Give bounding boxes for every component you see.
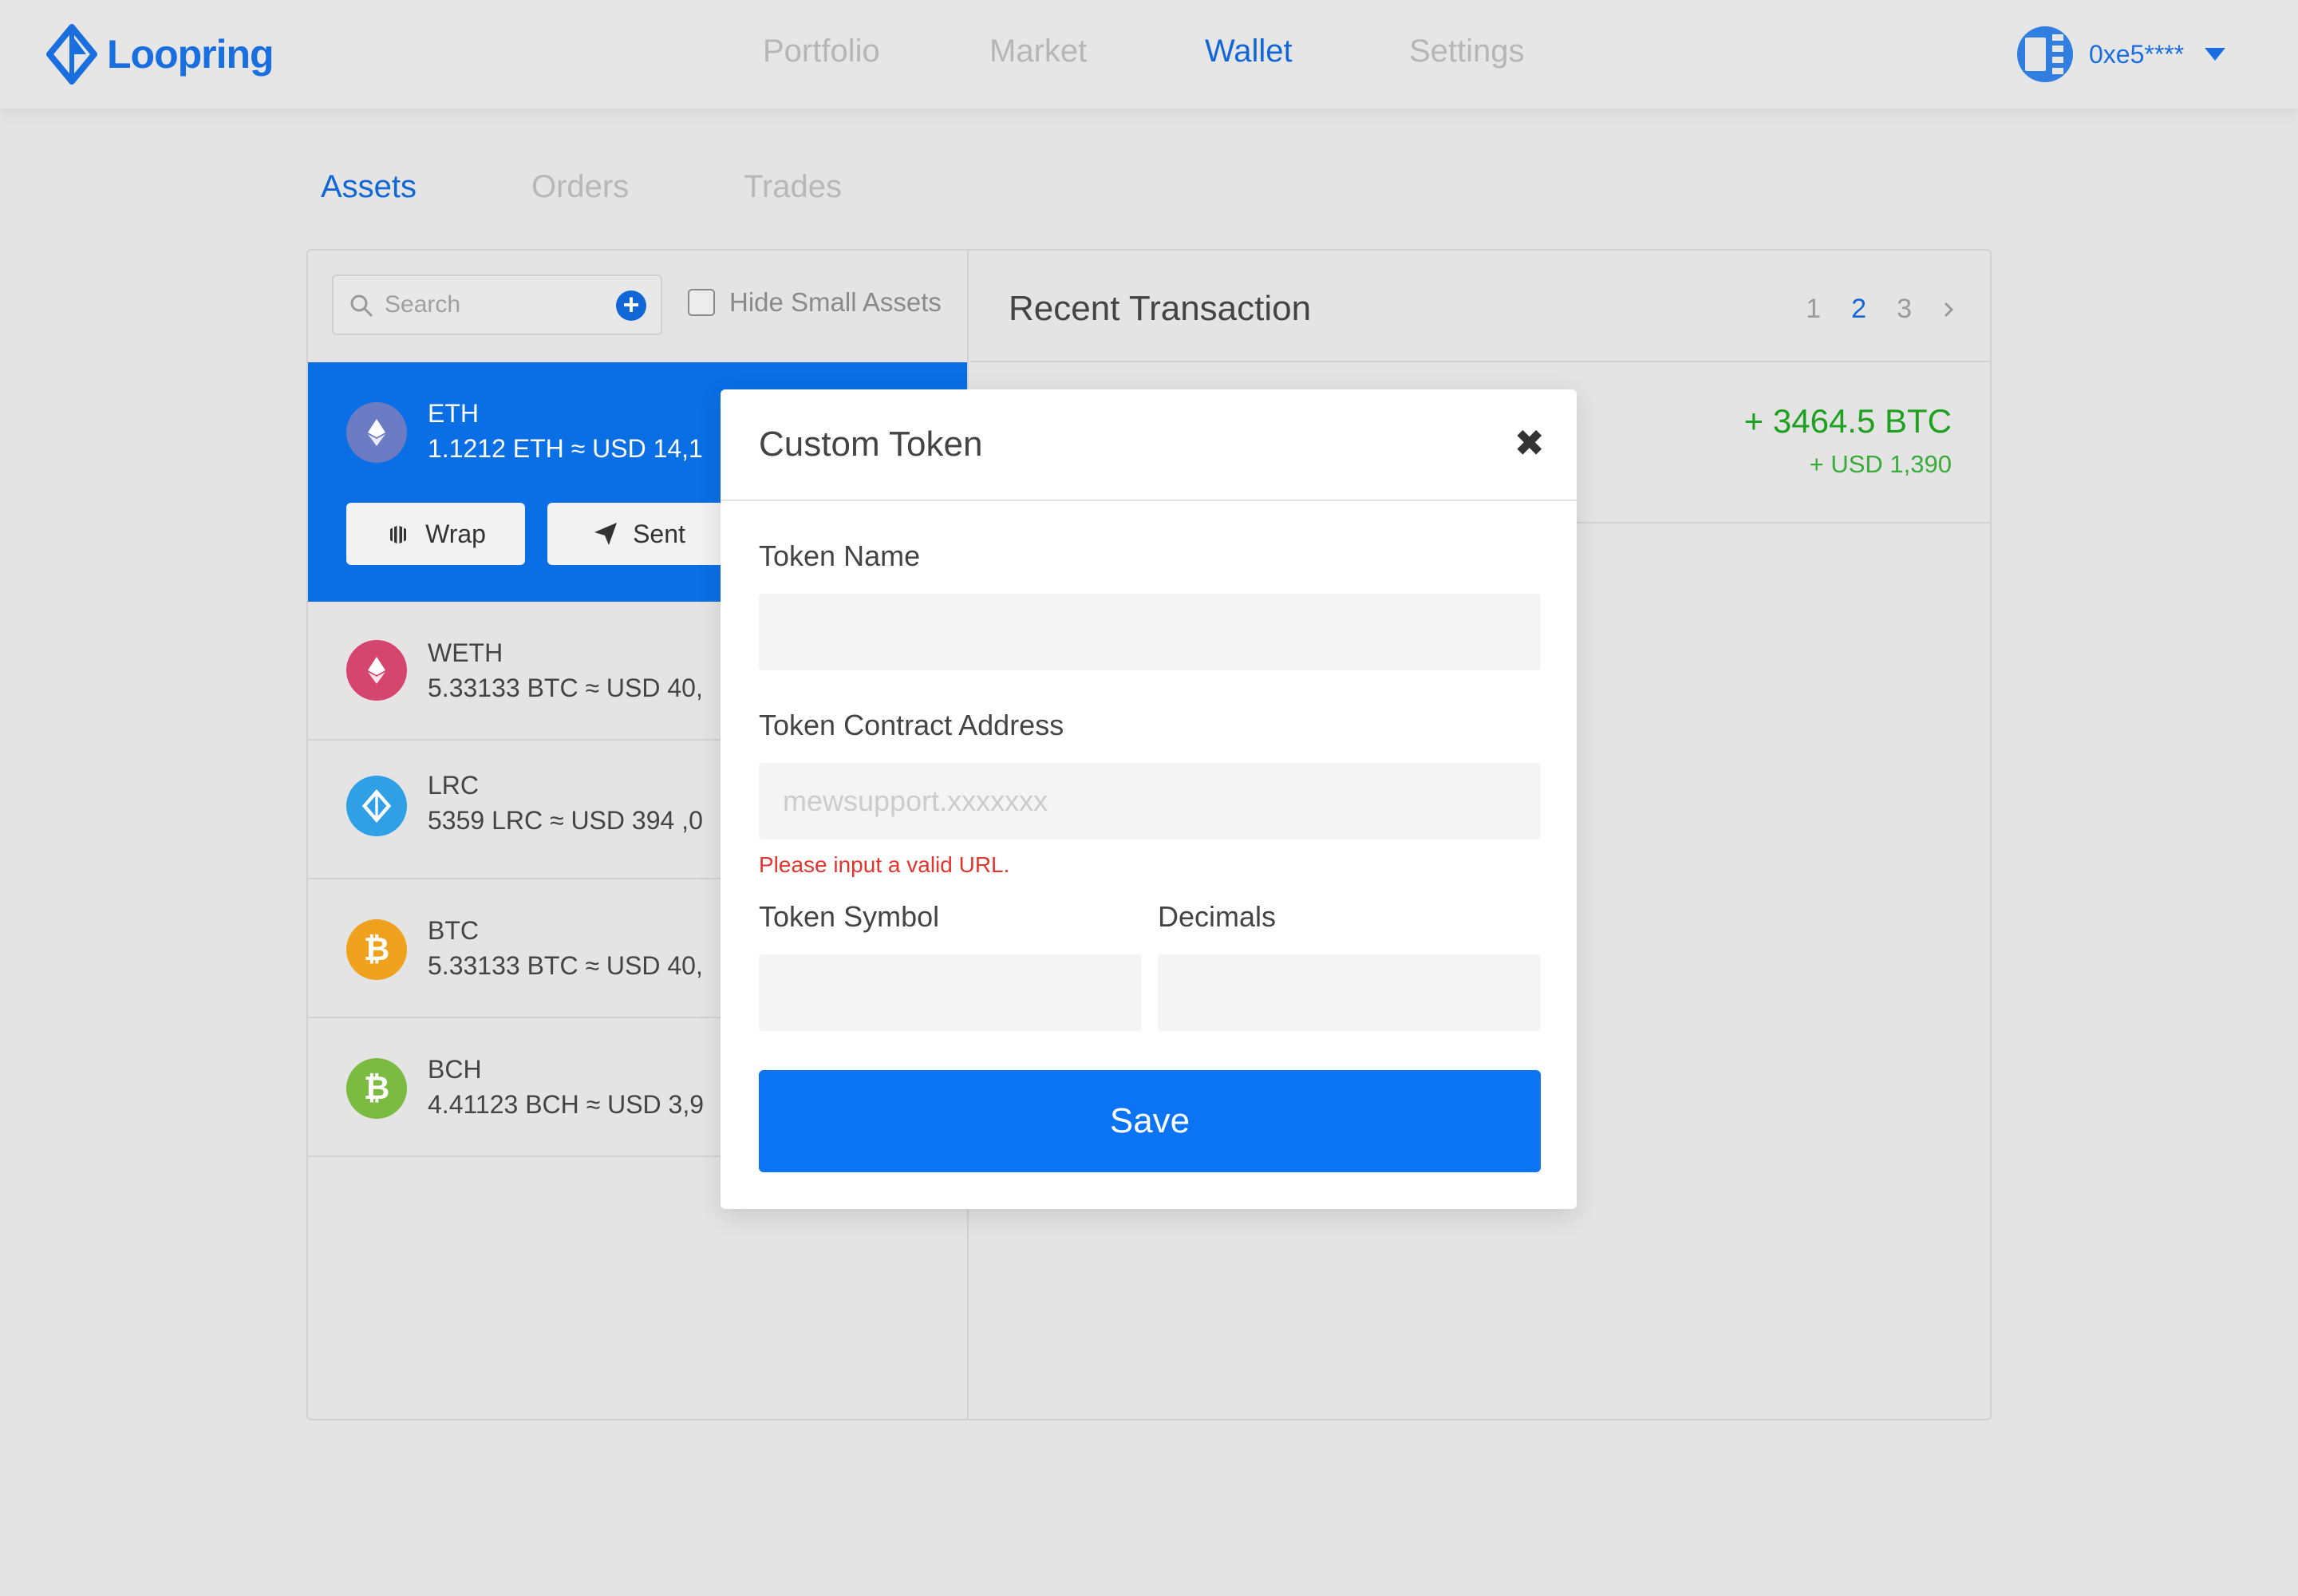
token-contract-address-input[interactable] [759,763,1541,839]
modal-title: Custom Token [759,425,983,464]
asset-symbol: LRC [428,771,480,800]
token-symbol-input[interactable] [759,954,1142,1031]
token-name-input[interactable] [759,594,1541,670]
asset-amount: 5.33133 BTC ≈ USD 40, [428,674,703,702]
loopring-logo[interactable]: Loopring [45,22,274,86]
page-1[interactable]: 1 [1806,294,1821,325]
hide-small-assets-checkbox[interactable] [688,289,715,316]
search-input[interactable] [385,287,608,322]
page-2[interactable]: 2 [1851,294,1866,325]
close-icon[interactable]: ✖ [1514,425,1545,461]
loopring-logo-icon [46,24,97,85]
tab-trades[interactable]: Trades [744,169,842,205]
recent-transaction-title: Recent Transaction [1009,289,1312,328]
divider [721,500,1577,501]
bitcoin-cash-icon: ₿ [346,1058,407,1119]
send-icon [594,523,618,545]
wrap-label: Wrap [425,519,486,548]
asset-amount: 1.1212 ETH ≈ USD 14,1 [428,434,703,463]
hide-small-assets-toggle[interactable]: Hide Small Assets [688,287,942,318]
nav-market[interactable]: Market [989,34,1087,69]
sent-label: Sent [633,519,685,548]
chevron-down-icon[interactable] [2205,48,2226,61]
decimals-label: Decimals [1158,900,1277,933]
hide-small-assets-label: Hide Small Assets [729,287,942,317]
avatar [2017,26,2073,82]
asset-amount: 5.33133 BTC ≈ USD 40, [428,951,703,980]
ethereum-icon [346,640,407,701]
transaction-amount: + 3464.5 BTC [1743,402,1952,440]
page-3[interactable]: 3 [1897,294,1912,325]
asset-amount: 5359 LRC ≈ USD 394 ,0 [428,806,703,835]
token-symbol-label: Token Symbol [759,900,940,933]
wrap-icon [390,525,407,544]
save-button[interactable]: Save [759,1070,1541,1172]
asset-symbol: BTC [428,916,479,945]
ethereum-icon [346,402,407,463]
contract-address-error: Please input a valid URL. [759,852,1010,877]
asset-symbol: WETH [428,638,503,667]
nav-wallet[interactable]: Wallet [1205,34,1293,69]
sent-button[interactable]: Sent [547,503,731,565]
token-contract-address-label: Token Contract Address [759,709,1064,741]
asset-symbol: ETH [428,399,479,428]
account-menu[interactable]: 0xe5**** [2017,26,2226,83]
account-address: 0xe5**** [2089,39,2185,69]
bitcoin-icon: ₿ [346,919,407,980]
wrap-button[interactable]: Wrap [346,503,525,565]
top-header: Loopring Portfolio Market Wallet Setting… [0,0,2298,109]
nav-settings[interactable]: Settings [1409,34,1525,69]
chevron-right-icon[interactable] [1942,300,1955,319]
search-icon [350,294,373,317]
nav-portfolio[interactable]: Portfolio [763,34,880,69]
transaction-usd: + USD 1,390 [1809,450,1952,478]
search-box: + [332,275,662,335]
brand-name: Loopring [107,32,274,77]
add-token-icon[interactable]: + [616,290,646,321]
pagination: 1 2 3 [1806,294,1955,325]
asset-symbol: BCH [428,1055,482,1084]
tab-orders[interactable]: Orders [531,169,629,205]
token-name-label: Token Name [759,539,921,572]
decimals-input[interactable] [1158,954,1541,1031]
tab-assets[interactable]: Assets [321,169,417,205]
custom-token-modal: Custom Token ✖ Token Name Token Contract… [721,389,1577,1209]
loopring-icon [346,776,407,836]
asset-amount: 4.41123 BCH ≈ USD 3,9 [428,1090,705,1119]
divider [970,361,1990,362]
